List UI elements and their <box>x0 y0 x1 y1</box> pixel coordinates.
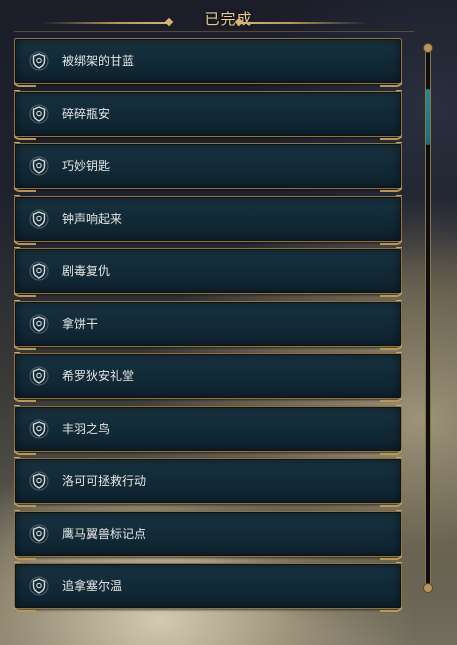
item-corner-ornament <box>14 89 20 97</box>
quest-list-item[interactable]: 洛可可拯救行动 <box>14 457 402 507</box>
shield-quest-icon <box>29 576 49 596</box>
item-corner-ornament <box>14 352 20 359</box>
item-corner-ornament <box>396 509 402 517</box>
quest-label: 丰羽之鸟 <box>62 421 111 436</box>
quest-label: 追拿塞尔温 <box>62 579 123 593</box>
quest-list-item[interactable]: 钟声响起来 <box>14 194 402 245</box>
item-corner-ornament <box>14 247 20 254</box>
item-corner-ornament <box>14 457 20 464</box>
item-corner-ornament <box>14 509 20 517</box>
item-corner-ornament <box>396 457 402 464</box>
item-corner-ornament <box>396 89 402 97</box>
quest-list-item[interactable]: 被绑架的甘蓝 <box>14 38 402 87</box>
scrollbar-cap-top <box>423 43 433 53</box>
shield-quest-icon <box>29 314 49 334</box>
shield-quest-icon <box>29 156 49 176</box>
shield-quest-icon <box>29 104 49 124</box>
item-corner-ornament <box>14 142 20 149</box>
quest-label: 剧毒复仇 <box>62 264 111 278</box>
quest-label: 鹰马翼兽标记点 <box>62 526 147 541</box>
item-corner-ornament <box>396 194 402 202</box>
quest-label: 钟声响起来 <box>62 211 123 226</box>
quest-list-item[interactable]: 追拿塞尔温 <box>14 562 402 612</box>
quest-list-item[interactable]: 希罗狄安礼堂 <box>14 352 402 402</box>
quest-label: 巧妙钥匙 <box>62 159 111 173</box>
quest-label: 被绑架的甘蓝 <box>62 54 135 68</box>
scrollbar-thumb[interactable] <box>426 89 430 145</box>
item-corner-ornament <box>396 352 402 359</box>
item-corner-ornament <box>396 142 402 149</box>
quest-list-item[interactable]: 剧毒复仇 <box>14 247 402 297</box>
shield-quest-icon <box>29 261 49 281</box>
item-corner-ornament <box>14 562 20 569</box>
completed-quest-list[interactable]: 被绑架的甘蓝 碎碎瓶安巧妙钥匙钟声响起来剧毒复仇拿饼干希罗狄安礼堂 丰羽之鸟洛可可拯… <box>14 38 402 613</box>
quest-label: 希罗狄安礼堂 <box>62 369 135 383</box>
quest-list-item[interactable]: 鹰马翼兽标记点 <box>14 509 402 560</box>
scrollbar-cap-bottom <box>423 583 433 593</box>
item-corner-ornament <box>396 562 402 569</box>
quest-list-item[interactable]: 拿饼干 <box>14 299 402 350</box>
item-corner-ornament <box>396 404 402 412</box>
header-underline <box>14 31 414 32</box>
quest-list-item[interactable]: 巧妙钥匙 <box>14 142 402 192</box>
item-corner-ornament <box>396 247 402 254</box>
item-corner-ornament <box>14 194 20 202</box>
page-title: 已完成 <box>204 10 253 28</box>
header-bar: 已完成 <box>0 0 457 34</box>
item-corner-ornament <box>14 299 20 307</box>
quest-list-item[interactable]: 碎碎瓶安 <box>14 89 402 140</box>
quest-label: 拿饼干 <box>62 316 99 331</box>
item-corner-ornament <box>14 38 20 44</box>
shield-quest-icon <box>29 51 49 71</box>
shield-quest-icon <box>29 209 49 229</box>
shield-quest-icon <box>29 471 49 491</box>
item-corner-ornament <box>396 38 402 44</box>
item-corner-ornament <box>14 404 20 412</box>
quest-list-item[interactable]: 丰羽之鸟 <box>14 404 402 455</box>
quest-label: 洛可可拯救行动 <box>62 474 147 488</box>
shield-quest-icon <box>29 366 49 386</box>
header-divider-right <box>238 22 368 24</box>
quest-label: 碎碎瓶安 <box>62 106 111 121</box>
item-corner-ornament <box>396 299 402 307</box>
scrollbar[interactable] <box>422 43 433 593</box>
shield-quest-icon <box>29 524 49 544</box>
shield-quest-icon <box>29 419 49 439</box>
